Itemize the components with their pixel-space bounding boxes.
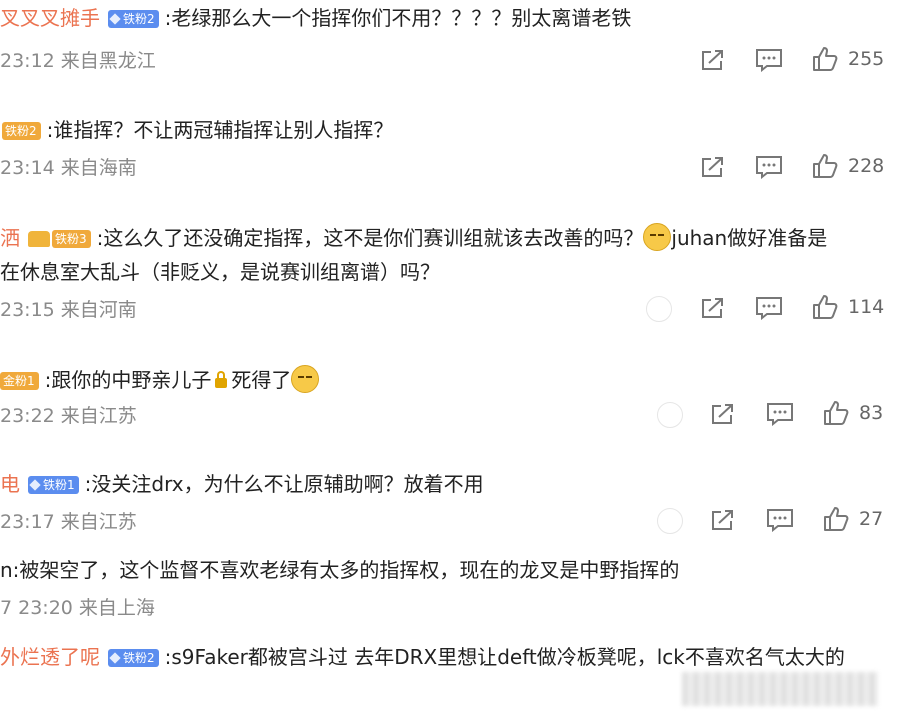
crown-icon [28, 231, 50, 247]
thumbs-up-icon [813, 154, 838, 178]
comment-text: :s9Faker都被宫斗过 去年DRX里想让deft做冷板凳呢，lck不喜欢名气… [164, 645, 845, 669]
comment-text-line2: 在休息室大乱斗（非贬义，是说赛训组离谱）吗？ [0, 260, 440, 284]
comment-line: 叉叉叉摊手 铁粉2 :老绿那么大一个指挥你们不用？？？？别太离谱老铁 [0, 4, 631, 32]
like-count: 114 [848, 296, 885, 318]
fan-badge: 铁粉3 [52, 230, 91, 248]
share-icon [712, 404, 733, 424]
comment-icon [756, 156, 782, 179]
comment-username[interactable]: 洒 [0, 226, 20, 250]
like-count: 27 [859, 508, 884, 530]
share-button[interactable] [710, 402, 736, 426]
comment-icon [756, 49, 782, 72]
fan-badge: 金粉1 [0, 372, 39, 390]
comment-meta: 23:15 来自河南 [0, 299, 137, 321]
share-icon [712, 510, 733, 530]
comment-icon [756, 297, 782, 320]
comment-username[interactable]: 外烂透了呢 [0, 645, 100, 669]
comment-text-continued: juhan做好准备是 [671, 226, 828, 250]
comment-button[interactable] [766, 402, 794, 426]
lock-icon [215, 371, 228, 388]
like-button[interactable]: 83 [823, 400, 883, 426]
comment-line: 外烂透了呢 铁粉2 :s9Faker都被宫斗过 去年DRX里想让deft做冷板凳呢，… [0, 643, 845, 671]
like-count: 83 [859, 402, 884, 424]
comment-meta: 23:12 来自黑龙江 [0, 50, 156, 72]
fan-badge: 铁粉1 [28, 476, 79, 494]
comment-text: :谁指挥？不让两冠辅指挥让别人指挥？ [46, 118, 394, 142]
share-button[interactable] [700, 296, 726, 320]
thumbs-up-icon [824, 401, 849, 425]
thumbs-up-icon [824, 507, 849, 531]
comment-button[interactable] [755, 155, 783, 179]
comment-line: 铁粉2 :谁指挥？不让两冠辅指挥让别人指挥？ [0, 116, 393, 144]
comment-meta: 23:14 来自海南 [0, 157, 137, 179]
comment-line: 电铁粉1 :没关注drx，为什么不让原辅助啊？放着不用 [0, 470, 484, 498]
comment-button[interactable] [755, 296, 783, 320]
comment-text: :老绿那么大一个指挥你们不用？？？？别太离谱老铁 [164, 6, 632, 30]
comment-icon [767, 509, 793, 532]
share-button[interactable] [700, 155, 726, 179]
share-icon [702, 157, 723, 177]
comment-line: 金粉1 :跟你的中野亲儿子 死得了 [0, 365, 320, 394]
diamond-icon [109, 652, 121, 664]
fan-badge: 铁粉2 [108, 649, 159, 667]
comment-meta: 7 23:20 来自上海 [0, 597, 155, 619]
diamond-icon [109, 13, 121, 25]
more-icon[interactable] [657, 508, 683, 534]
like-button[interactable]: 228 [812, 153, 884, 179]
watermark [682, 672, 878, 706]
fan-badge: 铁粉2 [2, 122, 41, 140]
fan-badge: 铁粉2 [108, 10, 159, 28]
diamond-icon [29, 479, 41, 491]
thumbs-up-icon [813, 47, 838, 71]
more-icon[interactable] [646, 296, 672, 322]
comment-username[interactable]: 电 [0, 472, 20, 496]
more-icon[interactable] [657, 402, 683, 428]
share-button[interactable] [710, 508, 736, 532]
emoji-icon [291, 365, 320, 393]
emoji-icon [643, 223, 672, 251]
comment-icon [767, 403, 793, 426]
comment-button[interactable] [755, 48, 783, 72]
comment-text: :这么久了还没确定指挥，这不是你们赛训组就该去改善的吗？ [96, 226, 644, 250]
comment-text: :跟你的中野亲儿子 [44, 368, 212, 392]
comment-text: n:被架空了，这个监督不喜欢老绿有太多的指挥权，现在的龙叉是中野指挥的 [0, 558, 680, 582]
like-button[interactable]: 114 [812, 294, 884, 320]
comment-username[interactable]: 叉叉叉摊手 [0, 6, 100, 30]
like-count: 228 [848, 155, 885, 177]
comment-text: :没关注drx，为什么不让原辅助啊？放着不用 [84, 472, 484, 496]
share-button[interactable] [700, 48, 726, 72]
share-icon [702, 298, 723, 318]
comment-meta: 23:17 来自江苏 [0, 511, 137, 533]
comment-button[interactable] [766, 508, 794, 532]
share-icon [702, 50, 723, 70]
thumbs-up-icon [813, 295, 838, 319]
comment-line: 洒 铁粉3 :这么久了还没确定指挥，这不是你们赛训组就该去改善的吗？ juhan做好准… [0, 223, 827, 252]
comment-text-continued: 死得了 [231, 368, 292, 392]
like-count: 255 [848, 48, 885, 70]
like-button[interactable]: 27 [823, 506, 883, 532]
comment-meta: 23:22 来自江苏 [0, 405, 137, 427]
like-button[interactable]: 255 [812, 46, 884, 72]
